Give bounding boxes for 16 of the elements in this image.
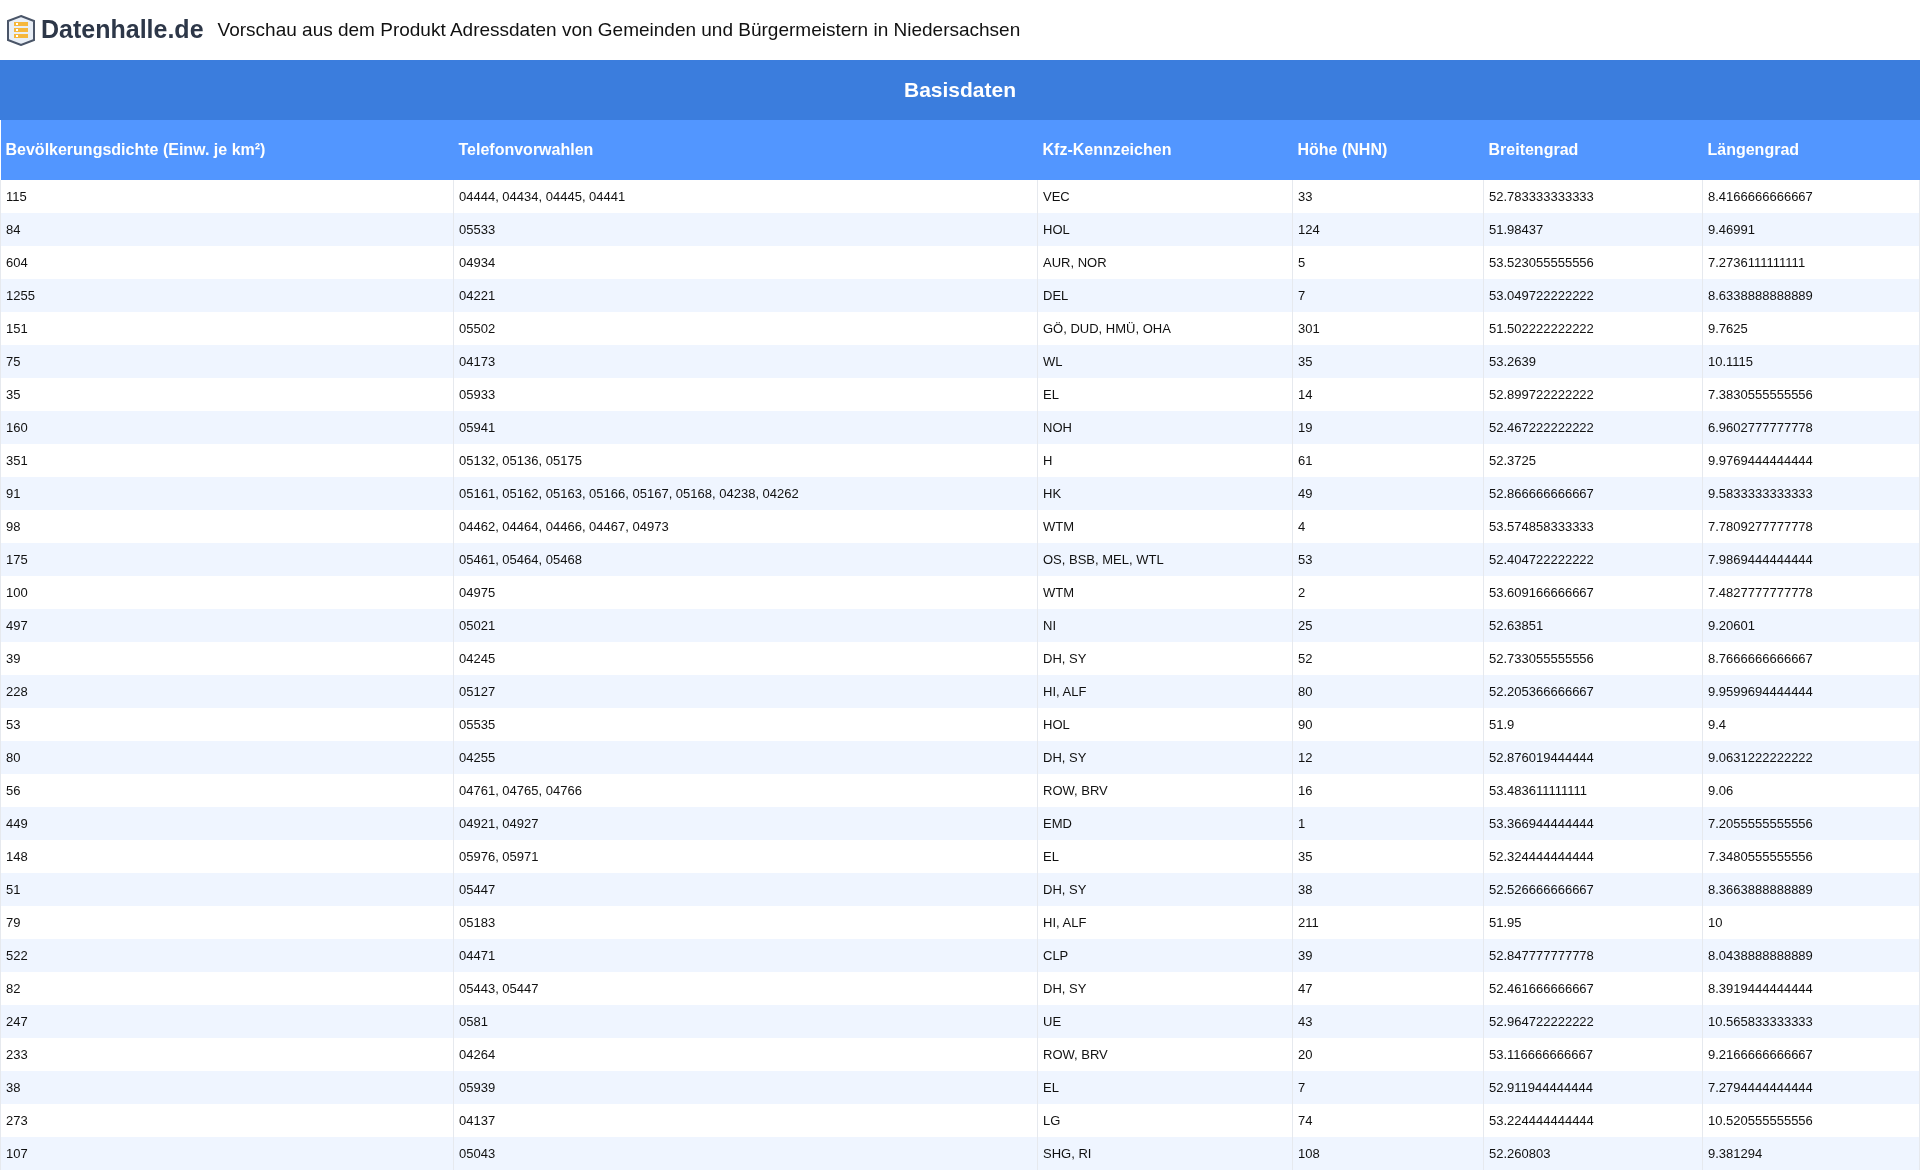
page-title: Vorschau aus dem Produkt Adressdaten von Gemeinden und Bürgermeistern in Niedersachsen [217,17,1021,42]
table-cell: 107 [0,1137,454,1170]
table-cell: 108 [1292,1137,1484,1170]
table-cell: 52.260803 [1483,1137,1703,1170]
table-cell: 9.381294 [1702,1137,1920,1170]
column-header: Bevölkerungsdichte (Einw. je km²) [0,120,454,180]
column-header: Telefonvorwahlen [453,120,1038,180]
column-header: Längengrad [1702,120,1920,180]
column-header: Kfz-Kennzeichen [1037,120,1293,180]
column-header: Breitengrad [1483,120,1703,180]
logo-icon [5,14,37,46]
table-cell: 05043 [453,1137,1038,1170]
logo-text[interactable]: Datenhalle.de [41,11,204,49]
table-cell: SHG, RI [1037,1137,1293,1170]
column-header: Höhe (NHN) [1292,120,1484,180]
table-caption: Basisdaten [0,60,1920,120]
